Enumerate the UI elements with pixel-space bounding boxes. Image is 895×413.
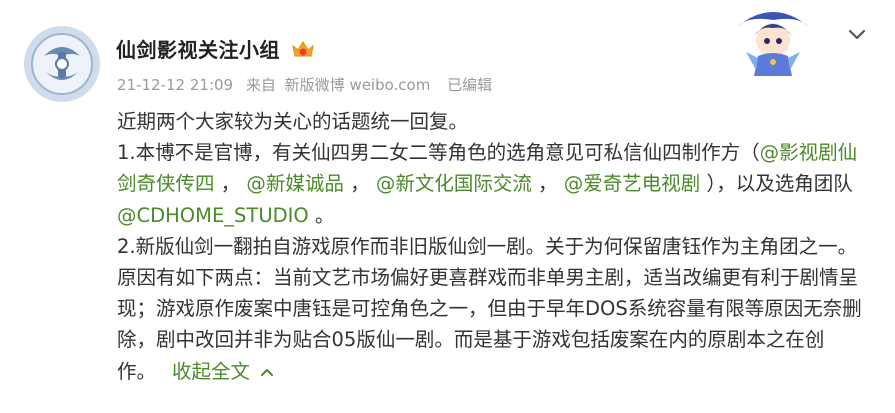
post-content: 近期两个大家较为关心的话题统一回复。 1.本博不是官博，有关仙四男二女二等角色的… (117, 106, 862, 387)
post-time[interactable]: 21-12-12 21:09 (117, 76, 233, 94)
post-header: 仙剑影视关注小组 (116, 34, 316, 63)
mention-link[interactable]: @爱奇艺电视剧 (564, 172, 701, 195)
mention-link[interactable]: @CDHOME_STUDIO (117, 204, 309, 227)
separator: ， (531, 172, 558, 196)
p1-mid: ），以及选角团队 (700, 172, 853, 196)
p1-prefix: 1.本博不是官博，有关仙四男二女二等角色的选角意见可私信仙四制作方（ (117, 141, 760, 165)
separator: ， (343, 172, 370, 196)
post-paragraph-2: 2.新版仙剑一翻拍自游戏原作而非旧版仙剑一剧。关于为何保留唐钰作为主角团之一。原… (117, 231, 862, 387)
separator: ， (214, 172, 241, 196)
mention-link[interactable]: @新媒诚品 (246, 172, 344, 195)
source-prefix: 来自 (245, 76, 276, 94)
p1-end: 。 (308, 203, 335, 227)
chevron-down-icon[interactable] (845, 22, 869, 46)
edited-label[interactable]: 已编辑 (447, 76, 492, 94)
vip-crown-icon[interactable] (290, 38, 316, 60)
post-source[interactable]: 新版微博 weibo.com (285, 76, 431, 94)
post-meta: 21-12-12 21:09 来自 新版微博 weibo.com 已编辑 (117, 74, 500, 95)
mention-link[interactable]: @新文化国际交流 (376, 172, 532, 195)
decoration-character-icon (738, 12, 808, 76)
collapse-button[interactable]: 收起全文 (172, 360, 274, 383)
avatar[interactable] (24, 26, 100, 102)
username[interactable]: 仙剑影视关注小组 (116, 34, 280, 63)
post-line-1: 近期两个大家较为关心的话题统一回复。 (117, 110, 469, 133)
collapse-label: 收起全文 (172, 359, 251, 383)
chevron-up-icon (261, 369, 274, 377)
post-paragraph-1: 1.本博不是官博，有关仙四男二女二等角色的选角意见可私信仙四制作方（@影视剧仙剑… (117, 137, 862, 231)
avatar-image (24, 26, 100, 102)
